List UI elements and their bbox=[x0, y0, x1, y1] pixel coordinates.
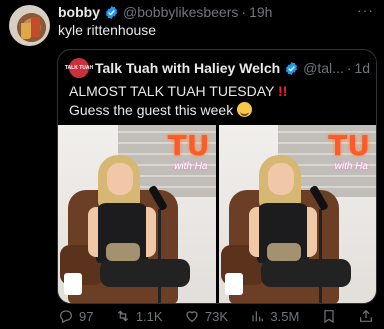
media-photo[interactable]: TU with Ha bbox=[218, 125, 376, 303]
views-button[interactable]: 3.5M bbox=[249, 308, 299, 324]
quoted-text-title: ALMOST TALK TUAH TUESDAY bbox=[69, 83, 275, 99]
photo-person-face bbox=[267, 163, 294, 195]
photo-bag bbox=[106, 243, 140, 261]
photo-mug bbox=[64, 273, 82, 295]
reply-count: 97 bbox=[79, 308, 94, 324]
neon-sign: TU bbox=[167, 129, 210, 162]
reply-button[interactable]: 97 bbox=[58, 308, 93, 324]
quoted-text-line-2: Guess the guest this week bbox=[69, 101, 287, 120]
avatar-can-shape bbox=[31, 17, 40, 37]
tweet-time[interactable]: 19h bbox=[249, 4, 272, 20]
repost-icon bbox=[115, 308, 131, 324]
action-bar: 97 1.1K 73K 3.5M bbox=[58, 306, 374, 326]
share-icon bbox=[358, 308, 374, 324]
author-name[interactable]: bobby bbox=[58, 4, 100, 20]
photo-bag bbox=[266, 243, 301, 261]
quoted-author-handle[interactable]: @tal... bbox=[303, 60, 344, 76]
dot-separator: · bbox=[346, 60, 352, 76]
like-count: 73K bbox=[204, 308, 229, 324]
quoted-tweet-time[interactable]: 1d bbox=[355, 60, 371, 76]
quoted-tweet[interactable]: TALK TUAH Talk Tuah with Haliey Welch @t… bbox=[57, 49, 377, 304]
photo-mug bbox=[224, 273, 243, 295]
quoted-avatar[interactable]: TALK TUAH bbox=[65, 58, 93, 78]
repost-count: 1.1K bbox=[135, 308, 163, 324]
neon-sign-script: with Ha bbox=[334, 161, 368, 172]
tweet-header: bobby @bobbylikesbeers · 19h bbox=[58, 3, 272, 21]
dot-separator: · bbox=[241, 4, 247, 20]
neon-sign: TU bbox=[328, 129, 370, 162]
photo-mic-stand bbox=[158, 209, 161, 303]
smiling-face-emoji-icon bbox=[237, 102, 253, 117]
like-icon bbox=[184, 308, 200, 324]
neon-sign-script: with Ha bbox=[174, 161, 208, 172]
views-icon bbox=[249, 308, 265, 324]
more-icon[interactable]: ··· bbox=[357, 2, 374, 18]
verified-badge-icon bbox=[284, 61, 299, 76]
photo-person-legs bbox=[260, 259, 351, 287]
reply-icon bbox=[58, 308, 74, 324]
media-grid: TU with Ha TU with Ha bbox=[58, 125, 376, 303]
quoted-tweet-header: TALK TUAH Talk Tuah with Haliey Welch @t… bbox=[65, 58, 371, 78]
views-count: 3.5M bbox=[270, 308, 300, 324]
avatar-glass-shape bbox=[21, 23, 31, 39]
quoted-author-name[interactable]: Talk Tuah with Haliey Welch bbox=[95, 60, 280, 76]
bookmark-icon bbox=[321, 308, 337, 324]
media-photo[interactable]: TU with Ha bbox=[58, 125, 216, 303]
avatar[interactable] bbox=[9, 5, 50, 46]
bookmark-button[interactable] bbox=[321, 308, 337, 324]
photo-person-face bbox=[107, 163, 133, 195]
repost-button[interactable]: 1.1K bbox=[115, 308, 163, 324]
quoted-text-line-1: ALMOST TALK TUAH TUESDAY !! bbox=[69, 82, 287, 101]
photo-mic-stand bbox=[318, 209, 322, 303]
tweet[interactable]: bobby @bobbylikesbeers · 19h ··· kyle ri… bbox=[0, 0, 384, 329]
photo-person-legs bbox=[100, 259, 190, 287]
author-handle[interactable]: @bobbylikesbeers bbox=[123, 4, 238, 20]
share-button[interactable] bbox=[358, 308, 374, 324]
tweet-text: kyle rittenhouse bbox=[58, 22, 157, 38]
quoted-tweet-text: ALMOST TALK TUAH TUESDAY !! Guess the gu… bbox=[69, 82, 287, 120]
quoted-text-question: Guess the guest this week bbox=[69, 102, 234, 118]
like-button[interactable]: 73K bbox=[184, 308, 228, 324]
verified-badge-icon bbox=[104, 5, 119, 20]
double-exclamation-icon: !! bbox=[278, 83, 288, 99]
